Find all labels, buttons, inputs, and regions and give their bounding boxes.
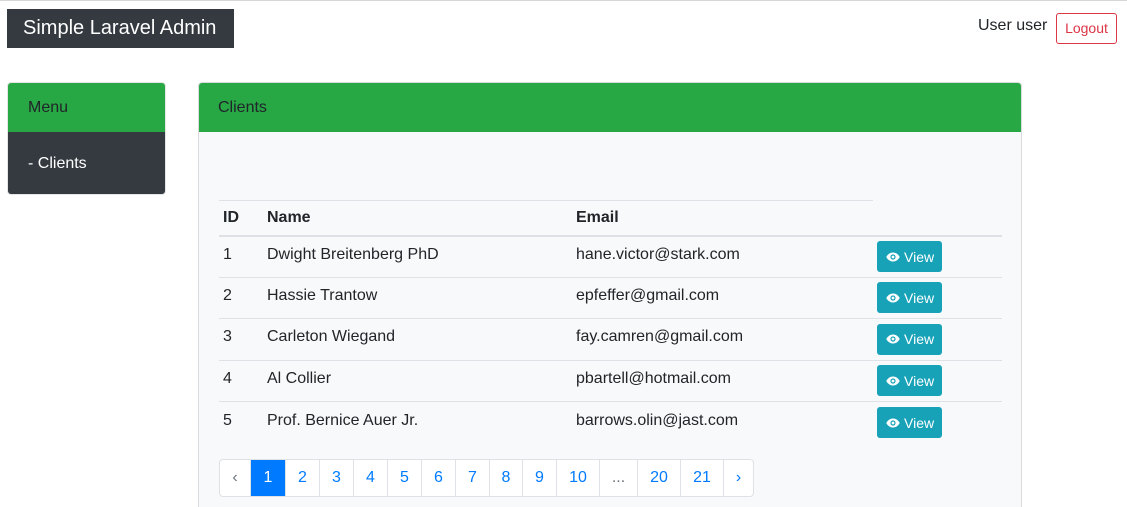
clients-table: ID Name Email 1 Dwight Breitenberg PhD han… bbox=[219, 200, 1002, 443]
table-row: 1 Dwight Breitenberg PhD hane.victor@stark… bbox=[219, 236, 1002, 278]
pagination-page[interactable]: 10 bbox=[556, 460, 599, 496]
cell-id: 5 bbox=[219, 401, 263, 443]
eye-icon bbox=[886, 334, 904, 344]
sidebar-item-clients[interactable]: - Clients bbox=[8, 132, 165, 194]
pagination-page[interactable]: 4 bbox=[353, 460, 387, 496]
cell-name: Dwight Breitenberg PhD bbox=[267, 245, 439, 263]
sidebar-menu: Menu - Clients bbox=[7, 82, 166, 195]
cell-actions: View bbox=[873, 276, 1002, 319]
clients-card: Clients ID Name Email 1 Dwight Breitenber… bbox=[198, 82, 1022, 507]
top-border bbox=[0, 0, 1127, 1]
sidebar-title: Menu bbox=[8, 83, 165, 132]
pagination-page[interactable]: 8 bbox=[489, 460, 522, 496]
eye-icon bbox=[886, 418, 904, 428]
pagination-page[interactable]: 5 bbox=[387, 460, 421, 496]
table-header-row: ID Name Email bbox=[219, 200, 1002, 237]
pagination: ‹ 1 2 3 4 5 6 7 8 9 10... 20 21 › bbox=[219, 459, 754, 497]
view-button-label: View bbox=[904, 331, 935, 348]
pagination-page[interactable]: 21 bbox=[680, 460, 723, 496]
pagination-page[interactable]: 1 bbox=[250, 460, 285, 496]
cell-name: Hassie Trantow bbox=[263, 276, 572, 319]
pagination-page[interactable]: 2 bbox=[285, 460, 319, 496]
cell-actions: View bbox=[873, 236, 1002, 278]
page-title: Clients bbox=[199, 83, 1021, 132]
pagination-page[interactable]: 9 bbox=[522, 460, 556, 496]
view-button[interactable]: View bbox=[877, 407, 943, 438]
pagination-page[interactable]: 7 bbox=[455, 460, 489, 496]
sidebar-body: - Clients bbox=[8, 132, 165, 194]
eye-icon bbox=[886, 376, 904, 386]
table-row: 3 Carleton Wiegand fay.camren@gmail.com Vie… bbox=[219, 318, 1002, 360]
logout-button[interactable]: Logout bbox=[1056, 13, 1117, 44]
pagination-ellipsis: ... bbox=[599, 460, 637, 496]
pagination-prev: ‹ bbox=[232, 469, 238, 486]
cell-name: Al Collier bbox=[263, 359, 572, 402]
column-header-id: ID bbox=[219, 200, 263, 237]
view-button-label: View bbox=[904, 372, 935, 389]
cell-id: 4 bbox=[219, 359, 263, 402]
cell-email: barrows.olin@jast.com bbox=[572, 401, 873, 443]
cell-email: pbartell@hotmail.com bbox=[572, 359, 873, 402]
view-button-label: View bbox=[904, 414, 935, 431]
cell-id: 2 bbox=[219, 276, 263, 319]
table-row: 2 Hassie Trantow epfeffer@gmail.com View bbox=[219, 276, 1002, 319]
cell-actions: View bbox=[873, 359, 1002, 402]
view-button[interactable]: View bbox=[877, 323, 943, 355]
view-button-label: View bbox=[904, 289, 935, 306]
view-button[interactable]: View bbox=[877, 282, 943, 314]
navbar-brand[interactable]: Simple Laravel Admin bbox=[7, 9, 234, 48]
view-button[interactable]: View bbox=[877, 241, 943, 272]
table-row: 5 Prof. Bernice Auer Jr. barrows.olin@jast… bbox=[219, 401, 1002, 443]
cell-email: fay.camren@gmail.com bbox=[572, 318, 873, 360]
table-row: 4 Al Collier pbartell@hotmail.com View bbox=[219, 359, 1002, 402]
cell-email: hane.victor@stark.com bbox=[576, 245, 740, 263]
eye-icon bbox=[886, 293, 904, 303]
cell-actions: View bbox=[873, 318, 1002, 360]
column-header-email: Email bbox=[572, 200, 873, 237]
column-header-name: Name bbox=[263, 200, 572, 237]
user-name: User user bbox=[978, 17, 1048, 34]
cell-email: epfeffer@gmail.com bbox=[572, 276, 873, 319]
pagination-page[interactable]: 20 bbox=[637, 460, 680, 496]
pagination-next[interactable]: › bbox=[723, 460, 753, 496]
column-header-actions bbox=[873, 200, 1002, 237]
view-button-label: View bbox=[904, 248, 935, 265]
pagination-page[interactable]: 6 bbox=[421, 460, 455, 496]
pagination-page[interactable]: 3 bbox=[319, 460, 353, 496]
cell-name: Carleton Wiegand bbox=[263, 318, 572, 360]
cell-name: Prof. Bernice Auer Jr. bbox=[263, 401, 572, 443]
cell-id: 1 bbox=[223, 245, 232, 263]
cell-id: 3 bbox=[219, 318, 263, 360]
eye-icon bbox=[886, 252, 904, 262]
view-button[interactable]: View bbox=[877, 365, 943, 397]
cell-actions: View bbox=[873, 401, 1002, 443]
